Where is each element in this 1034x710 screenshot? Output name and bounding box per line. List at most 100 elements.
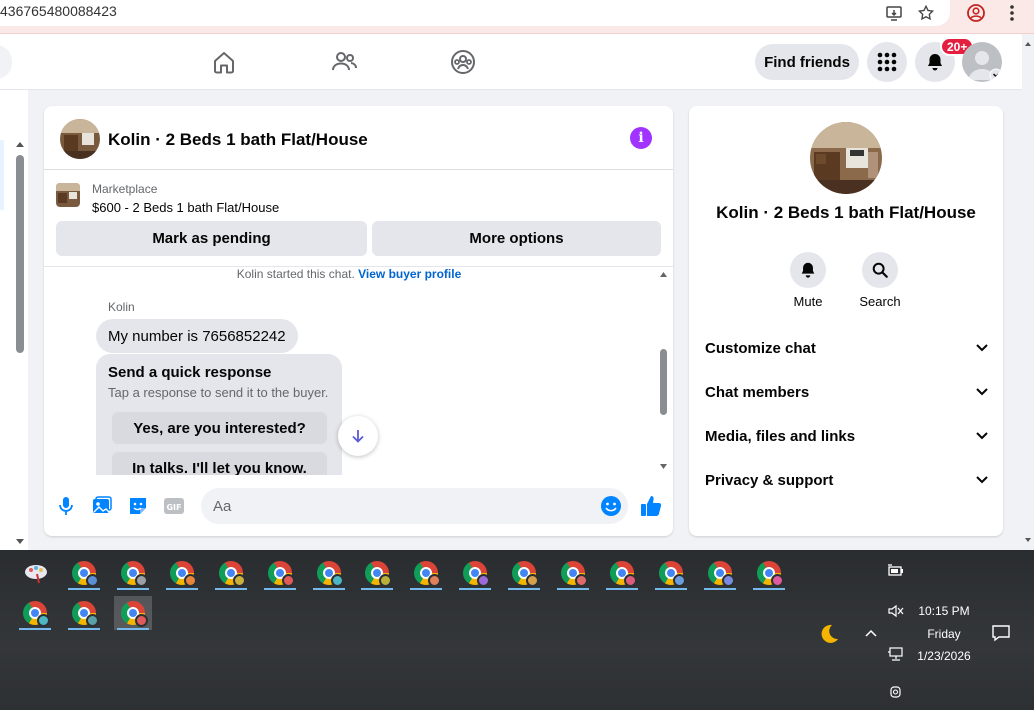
listing-photo[interactable] (810, 122, 882, 194)
taskbar-app-chrome[interactable] (701, 556, 739, 590)
clock-date[interactable]: 1/23/2026 (910, 649, 978, 663)
chat-header: Kolin · 2 Beds 1 bath Flat/House i (44, 106, 673, 170)
install-app-icon[interactable] (883, 2, 905, 24)
media-files-links-section[interactable]: Media, files and links (705, 416, 989, 456)
meet-now-icon[interactable] (887, 684, 905, 703)
mark-as-pending-button[interactable]: Mark as pending (56, 221, 367, 256)
message-scrollbar-thumb[interactable] (660, 349, 667, 415)
groups-icon[interactable] (449, 48, 477, 76)
running-indicator (117, 628, 149, 630)
mute-action[interactable]: Mute (778, 252, 838, 309)
customize-chat-section[interactable]: Customize chat (705, 328, 989, 368)
running-indicator (165, 588, 198, 590)
taskbar-app-chrome[interactable] (505, 556, 543, 590)
profile-badge-icon (770, 574, 784, 587)
taskbar-app-chrome[interactable] (554, 556, 592, 590)
night-light-moon-icon[interactable] (816, 622, 840, 649)
sticker-icon[interactable] (126, 494, 150, 518)
info-icon[interactable]: i (630, 127, 652, 149)
chat-members-section[interactable]: Chat members (705, 372, 989, 412)
running-indicator (214, 588, 247, 590)
running-indicator (312, 588, 345, 590)
profile-icon[interactable] (965, 2, 987, 24)
taskbar-app-chrome[interactable] (163, 556, 201, 590)
left-sidebar-fragment (0, 90, 28, 550)
taskbar-app-chrome[interactable] (114, 556, 152, 590)
thumbs-up-icon[interactable] (639, 494, 663, 518)
running-indicator (508, 588, 541, 590)
notification-center-icon[interactable] (991, 624, 1011, 645)
view-buyer-profile-link[interactable]: View buyer profile (358, 267, 461, 281)
menu-kebab-icon[interactable] (1001, 2, 1023, 24)
windows-taskbar: 10:15 PM Friday 1/23/2026 (0, 550, 1034, 710)
account-avatar[interactable] (962, 42, 1002, 82)
emoji-icon[interactable] (599, 494, 623, 518)
microphone-icon[interactable] (54, 494, 78, 518)
profile-badge-icon (428, 574, 442, 587)
taskbar-app-chrome[interactable] (652, 556, 690, 590)
info-title: Kolin · 2 Beds 1 bath Flat/House (716, 203, 976, 222)
listing-avatar[interactable] (60, 119, 100, 159)
scroll-to-bottom-button[interactable] (338, 416, 378, 456)
find-friends-button[interactable]: Find friends (755, 44, 859, 80)
quick-response-option[interactable]: Yes, are you interested? (112, 412, 327, 444)
quick-response-subtitle: Tap a response to send it to the buyer. (108, 385, 329, 400)
profile-badge-icon (183, 574, 197, 587)
privacy-support-section[interactable]: Privacy & support (705, 460, 989, 500)
volume-muted-icon[interactable] (887, 604, 905, 621)
chevron-down-icon (976, 388, 988, 396)
friends-icon[interactable] (330, 48, 358, 76)
url-text: 436765480088423 (0, 3, 117, 19)
bookmark-star-icon[interactable] (915, 2, 937, 24)
taskbar-app-chrome[interactable] (65, 556, 103, 590)
taskbar-app-chrome[interactable] (16, 596, 54, 630)
taskbar-app-chrome[interactable] (114, 596, 152, 630)
profile-badge-icon (575, 574, 588, 587)
photo-icon[interactable] (90, 494, 114, 518)
taskbar-app-chrome[interactable] (407, 556, 445, 590)
clock-day[interactable]: Friday (910, 627, 978, 641)
chat-title: Kolin · 2 Beds 1 bath Flat/House (108, 130, 368, 149)
gif-icon[interactable]: GIF (162, 494, 186, 518)
message-scrollbar[interactable] (656, 269, 670, 471)
taskbar-app-chrome[interactable] (750, 556, 788, 590)
taskbar-app-chrome[interactable] (456, 556, 494, 590)
search-action[interactable]: Search (850, 252, 910, 309)
clock-time[interactable]: 10:15 PM (910, 604, 978, 618)
running-indicator (459, 588, 492, 590)
menu-grid-button[interactable] (867, 42, 907, 82)
search-icon (872, 262, 888, 278)
active-indicator (0, 140, 4, 210)
taskbar-app-paint[interactable] (17, 556, 55, 590)
message-bubble[interactable]: My number is 7656852242 (96, 319, 298, 353)
running-indicator (19, 628, 51, 630)
taskbar-app-chrome[interactable] (358, 556, 396, 590)
taskbar-app-chrome[interactable] (310, 556, 348, 590)
sidebar-scrollbar-thumb[interactable] (16, 155, 24, 353)
chat-window: Kolin · 2 Beds 1 bath Flat/House i Marke… (44, 106, 673, 536)
bell-icon (928, 54, 942, 71)
show-hidden-icons-chevron-up-icon[interactable] (864, 626, 878, 641)
taskbar-app-chrome[interactable] (261, 556, 299, 590)
arrow-down-icon (352, 430, 364, 443)
taskbar-app-chrome[interactable] (212, 556, 250, 590)
search-box-fragment[interactable] (0, 45, 12, 79)
message-list[interactable]: Kolin started this chat. View buyer prof… (44, 267, 673, 475)
profile-badge-icon (477, 574, 491, 587)
home-icon[interactable] (210, 48, 238, 76)
message-input[interactable] (201, 488, 628, 524)
marketplace-listing-row[interactable]: Marketplace $600 - 2 Beds 1 bath Flat/Ho… (44, 171, 673, 219)
taskbar-app-chrome[interactable] (65, 596, 103, 630)
page-scrollbar[interactable] (1022, 34, 1034, 550)
running-indicator (557, 588, 589, 590)
running-indicator (68, 628, 100, 630)
more-options-button[interactable]: More options (372, 221, 661, 256)
taskbar-app-chrome[interactable] (603, 556, 641, 590)
quick-response-option[interactable]: In talks. I'll let you know. (112, 452, 327, 475)
battery-icon[interactable] (887, 564, 905, 581)
address-bar[interactable]: 436765480088423 (0, 0, 950, 26)
profile-badge-icon (623, 574, 637, 587)
chevron-down-icon (976, 476, 988, 484)
running-indicator (361, 588, 394, 590)
network-icon[interactable] (887, 646, 905, 665)
